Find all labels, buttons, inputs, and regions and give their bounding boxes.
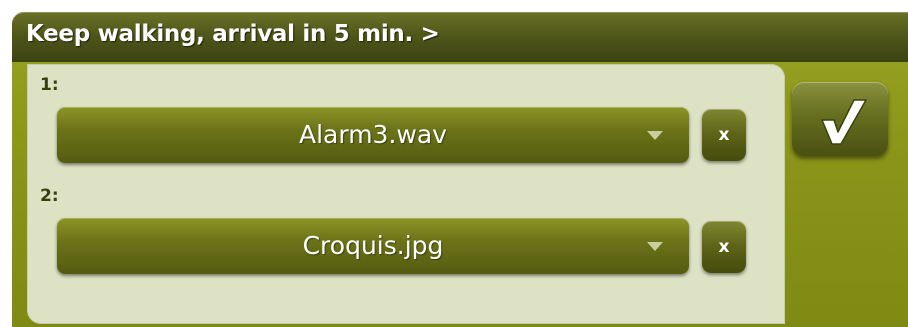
checkmark-icon [821, 99, 867, 145]
field-label-1: 1: [40, 75, 59, 95]
file-select-2-value: Croquis.jpg [302, 231, 444, 260]
file-select-1[interactable]: Alarm3.wav [57, 107, 689, 163]
confirm-button[interactable] [792, 82, 888, 156]
dialog-title: Keep walking, arrival in 5 min. > [26, 21, 440, 47]
file-select-2[interactable]: Croquis.jpg [57, 218, 689, 274]
clear-button-1[interactable]: x [702, 109, 746, 161]
dialog-window: Keep walking, arrival in 5 min. > 1: Ala… [12, 12, 908, 327]
title-bar: Keep walking, arrival in 5 min. > [12, 12, 908, 62]
chevron-down-icon [647, 242, 663, 251]
clear-button-2[interactable]: x [702, 221, 746, 273]
chevron-down-icon [647, 131, 663, 140]
field-label-2: 2: [40, 186, 59, 206]
file-select-1-value: Alarm3.wav [299, 120, 447, 149]
attachments-panel: 1: Alarm3.wav x 2: Croquis.jpg x [27, 64, 785, 324]
